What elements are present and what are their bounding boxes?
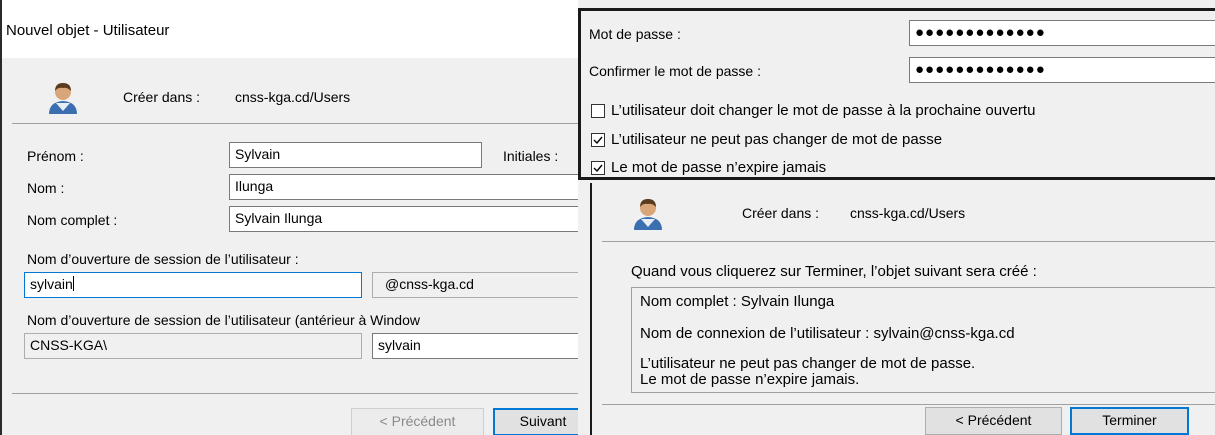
must-change-password-checkbox[interactable] bbox=[591, 104, 605, 118]
logon-name-field[interactable]: sylvain bbox=[24, 272, 362, 298]
previous-button[interactable]: < Précédent bbox=[925, 407, 1062, 435]
top-separator bbox=[602, 241, 1215, 242]
summary-full-name: Nom complet : Sylvain Ilunga bbox=[640, 293, 835, 310]
logon-pre2000-domain: CNSS-KGA\ bbox=[24, 333, 362, 359]
password-never-expires-checkbox[interactable] bbox=[591, 161, 605, 175]
top-separator bbox=[12, 123, 578, 124]
logon-domain-select[interactable]: @cnss-kga.cd bbox=[372, 272, 578, 298]
summary-panel: Créer dans : cnss-kga.cd/Users Quand vou… bbox=[590, 183, 1215, 435]
create-in-value: cnss-kga.cd/Users bbox=[850, 205, 966, 221]
confirm-password-field[interactable]: ●●●●●●●●●●●●● bbox=[909, 57, 1215, 83]
user-icon bbox=[49, 83, 77, 114]
summary-intro: Quand vous cliquerez sur Terminer, l’obj… bbox=[631, 263, 1037, 280]
last-name-field[interactable]: Ilunga bbox=[229, 174, 578, 200]
password-never-expires-label: Le mot de passe n’expire jamais bbox=[611, 159, 827, 176]
bottom-separator bbox=[12, 393, 578, 394]
cannot-change-password-checkbox[interactable] bbox=[591, 133, 605, 147]
last-name-label: Nom : bbox=[27, 180, 65, 196]
checkmark-icon bbox=[593, 164, 603, 173]
next-button[interactable]: Suivant bbox=[493, 408, 578, 435]
summary-logon-name: Nom de connexion de l’utilisateur : sylv… bbox=[640, 325, 1015, 342]
first-name-label: Prénom : bbox=[27, 148, 84, 164]
logon-name-label: Nom d’ouverture de session de l’utilisat… bbox=[27, 251, 299, 267]
password-label: Mot de passe : bbox=[589, 26, 681, 42]
create-in-label: Créer dans : bbox=[123, 89, 201, 105]
first-name-field[interactable]: Sylvain bbox=[229, 142, 482, 168]
must-change-password-label: L’utilisateur doit changer le mot de pas… bbox=[611, 102, 1036, 119]
user-icon bbox=[634, 199, 662, 230]
password-panel: Mot de passe : ●●●●●●●●●●●●● Confirmer l… bbox=[578, 8, 1215, 180]
dialog-title: Nouvel objet - Utilisateur bbox=[6, 22, 170, 39]
initials-label: Initiales : bbox=[503, 148, 559, 164]
cannot-change-password-label: L’utilisateur ne peut pas changer de mot… bbox=[611, 131, 943, 148]
confirm-password-label: Confirmer le mot de passe : bbox=[589, 63, 761, 79]
create-in-label: Créer dans : bbox=[742, 205, 820, 221]
logon-pre2000-label: Nom d’ouverture de session de l’utilisat… bbox=[27, 312, 420, 328]
full-name-label: Nom complet : bbox=[27, 212, 118, 228]
new-user-dialog: Nouvel objet - Utilisateur Créer dans : … bbox=[0, 0, 578, 435]
checkmark-icon bbox=[593, 136, 603, 145]
text-cursor bbox=[72, 276, 74, 291]
summary-never-expires: Le mot de passe n’expire jamais. bbox=[640, 371, 860, 388]
summary-cannot-change: L’utilisateur ne peut pas changer de mot… bbox=[640, 355, 976, 372]
summary-box: Nom complet : Sylvain Ilunga Nom de conn… bbox=[631, 287, 1215, 393]
password-field[interactable]: ●●●●●●●●●●●●● bbox=[909, 20, 1215, 46]
finish-button[interactable]: Terminer bbox=[1070, 407, 1189, 435]
bottom-separator bbox=[602, 404, 1215, 405]
create-in-value: cnss-kga.cd/Users bbox=[235, 89, 351, 105]
full-name-field[interactable]: Sylvain Ilunga bbox=[229, 206, 578, 232]
previous-button[interactable]: < Précédent bbox=[351, 408, 484, 435]
logon-pre2000-field[interactable]: sylvain bbox=[372, 333, 578, 359]
